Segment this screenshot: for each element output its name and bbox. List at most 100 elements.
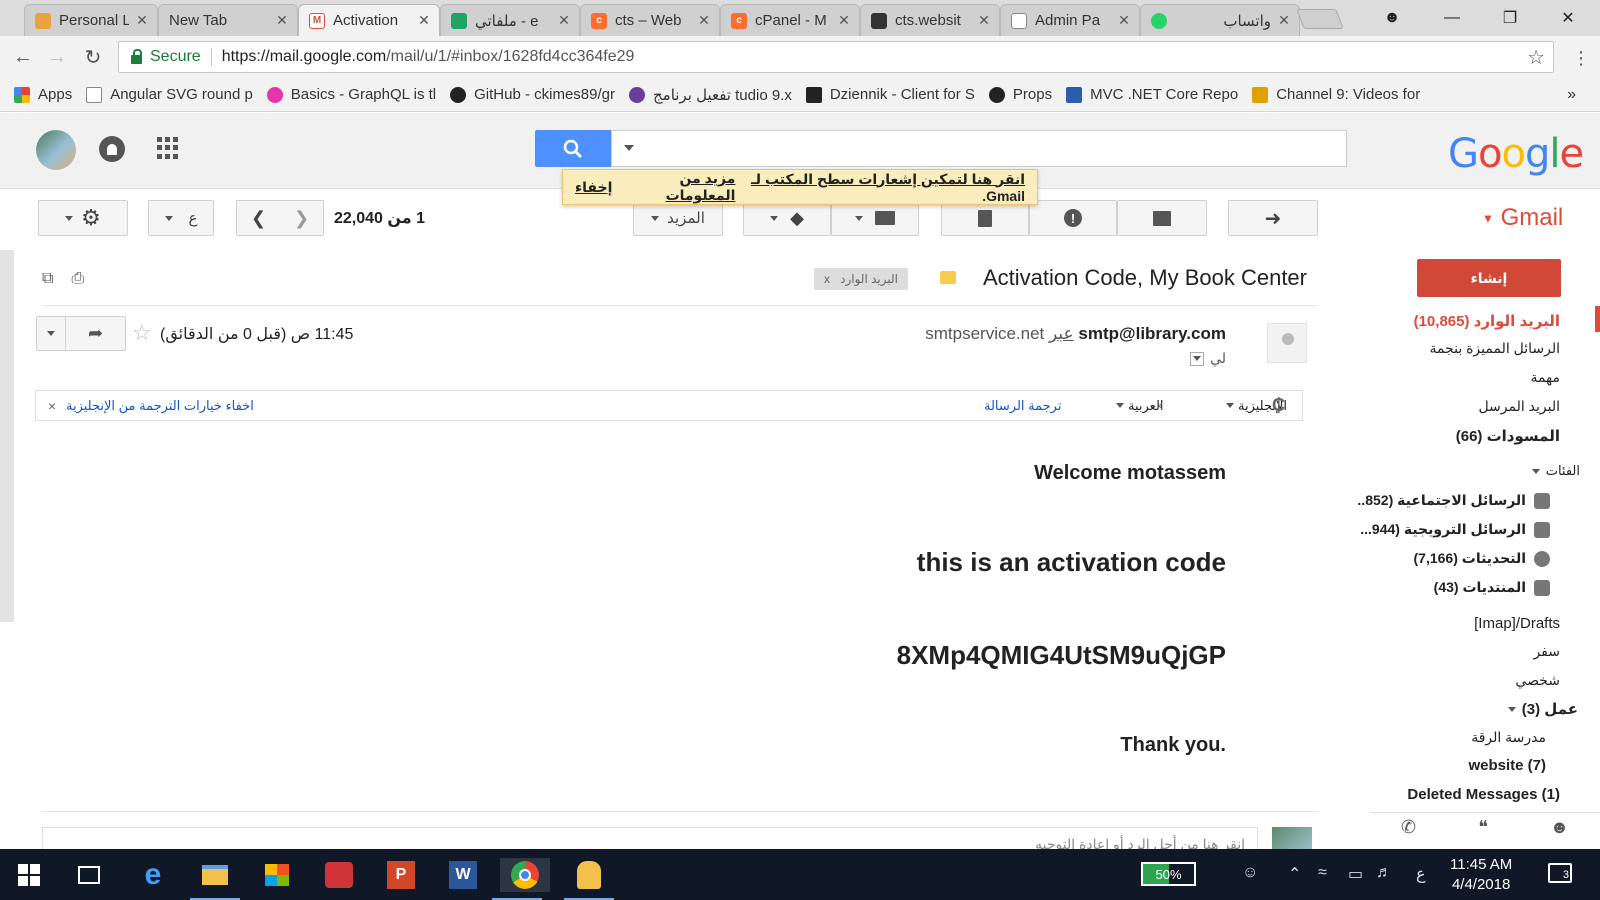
labels-button[interactable]: ◆ [743, 200, 831, 236]
tab-cts-website[interactable]: cts.websit ✕ [860, 4, 1000, 36]
hide-link[interactable]: إخفاء [575, 179, 612, 196]
google-logo[interactable]: Google [1448, 131, 1584, 177]
sidebar-item-raqqa-school[interactable]: مدرسة الرقة [1471, 729, 1546, 746]
wifi-icon[interactable]: ≈ [1318, 864, 1327, 882]
tab-cpanel[interactable]: c cPanel - M ✕ [720, 4, 860, 36]
sidebar-item-travel[interactable]: سفر [1533, 643, 1560, 660]
action-center-icon[interactable]: 3 [1548, 863, 1572, 883]
move-to-button[interactable] [831, 200, 919, 236]
phone-icon[interactable]: ✆ [1401, 817, 1416, 838]
translate-message-link[interactable]: ترجمة الرسالة [984, 398, 1061, 414]
sidebar-item-updates[interactable]: التحديثات (7,166) [1413, 550, 1550, 567]
sidebar-item-drafts[interactable]: المسودات (66) [1456, 427, 1560, 445]
sidebar-item-imap-drafts[interactable]: [Imap]/Drafts [1474, 615, 1560, 632]
tab-admin-panel[interactable]: Admin Pa ✕ [1000, 4, 1140, 36]
search-button[interactable] [535, 130, 611, 167]
compose-button[interactable]: إنشاء [1417, 259, 1561, 297]
bookmark-props[interactable]: Props [988, 86, 1052, 103]
input-language-indicator[interactable]: ع [1416, 864, 1426, 884]
edge-browser-icon[interactable]: e [136, 858, 170, 892]
people-tray-icon[interactable]: ☺ [1242, 864, 1258, 882]
powerpoint-icon[interactable]: P [384, 858, 418, 892]
notifications-bell-icon[interactable] [99, 136, 125, 162]
show-details-button[interactable] [1190, 351, 1205, 366]
tab-close-icon[interactable]: ✕ [697, 12, 711, 29]
search-options-icon[interactable] [624, 145, 634, 151]
sidebar-item-inbox[interactable]: البريد الوارد (10,865) [1414, 312, 1560, 330]
sidebar-item-social[interactable]: الرسائل الاجتماعية (852.. [1357, 492, 1550, 509]
sidebar-item-website[interactable]: website (7) [1468, 757, 1546, 774]
start-windows-icon[interactable] [12, 858, 46, 892]
more-button[interactable]: المزيد [633, 200, 723, 236]
address-bar[interactable]: Secure https://mail.google.com/mail/u/1/… [118, 41, 1554, 73]
tab-close-icon[interactable]: ✕ [837, 12, 851, 29]
bookmark-star-icon[interactable]: ☆ [1527, 45, 1545, 70]
bookmark-dziennik[interactable]: Dziennik - Client for S [805, 86, 975, 103]
sidebar-item-personal[interactable]: شخصي [1515, 672, 1560, 689]
next-icon[interactable]: ❯ [294, 208, 309, 229]
input-tools-button[interactable]: ع [148, 200, 214, 236]
archive-button[interactable] [1117, 200, 1207, 236]
account-avatar[interactable] [36, 130, 76, 170]
close-translation-icon[interactable]: × [48, 398, 56, 414]
learn-more-link[interactable]: مزيد من المعلومات [622, 170, 736, 204]
word-icon[interactable]: W [446, 858, 480, 892]
tab-close-icon[interactable]: ✕ [275, 12, 289, 29]
tab-close-icon[interactable]: ✕ [417, 12, 431, 29]
system-clock[interactable]: 11:45 AM 4/4/2018 [1450, 855, 1512, 895]
reply-button[interactable]: ➦ [66, 317, 125, 350]
tab-activation[interactable]: M Activation ✕ [298, 4, 440, 36]
left-scroll-region[interactable] [0, 250, 14, 622]
person-icon[interactable]: ☻ [1550, 817, 1569, 838]
sidebar-item-starred[interactable]: الرسائل المميزة بنجمة [1429, 340, 1560, 357]
tab-new-tab[interactable]: New Tab ✕ [158, 4, 298, 36]
restore-button[interactable]: ❐ [1482, 0, 1538, 36]
tab-cts-web[interactable]: c cts – Web ✕ [580, 4, 720, 36]
volume-icon[interactable]: ♬ [1376, 864, 1392, 882]
hangouts-icon[interactable]: ❝ [1478, 817, 1488, 838]
more-actions-button[interactable] [37, 317, 66, 350]
tab-whatsapp[interactable]: واتساب ✕ [1140, 4, 1300, 36]
task-view-icon[interactable] [72, 858, 106, 892]
settings-button[interactable]: ⚙ [38, 200, 128, 236]
print-icon[interactable]: ⎙ [71, 270, 84, 288]
tab-personal[interactable]: Personal L ✕ [24, 4, 158, 36]
tab-drive[interactable]: ملفاتي - e ✕ [440, 4, 580, 36]
star-icon[interactable]: ☆ [132, 320, 152, 346]
store-icon[interactable] [260, 858, 294, 892]
sidebar-item-important[interactable]: مهمة [1530, 369, 1560, 386]
sidebar-item-deleted-messages[interactable]: Deleted Messages (1) [1407, 786, 1560, 803]
importance-marker-icon[interactable] [940, 271, 956, 284]
minimize-button[interactable]: — [1424, 0, 1480, 36]
profile-icon[interactable]: ☻ [1364, 0, 1420, 36]
bookmark-mvc[interactable]: MVC .NET Core Repo [1066, 86, 1238, 103]
bookmark-graphql[interactable]: Basics - GraphQL is tl [266, 86, 436, 103]
target-language-select[interactable]: العربية [1116, 398, 1164, 414]
chrome-menu-icon[interactable]: ⋮ [1572, 48, 1590, 69]
new-window-icon[interactable]: ⧉ [42, 270, 53, 288]
enable-notifications-link[interactable]: انقر هنا لتمكين إشعارات سطح المكتب لـ Gm… [745, 171, 1025, 204]
bookmarks-overflow-icon[interactable]: » [1567, 86, 1576, 104]
report-spam-button[interactable]: ! [1029, 200, 1117, 236]
tab-close-icon[interactable]: ✕ [135, 12, 149, 29]
sidebar-item-promotions[interactable]: الرسائل الترويجية (944... [1360, 521, 1550, 538]
sidebar-item-forums[interactable]: المنتديات (43) [1434, 579, 1550, 596]
sidebar-item-sent[interactable]: البريد المرسل [1478, 398, 1560, 415]
remove-label-icon[interactable]: x [824, 272, 830, 286]
tab-close-icon[interactable]: ✕ [1277, 12, 1291, 29]
back-button[interactable]: ← [8, 42, 38, 72]
reader-app-icon[interactable] [322, 858, 356, 892]
bookmark-studio[interactable]: تفعيل برنامج tudio 9.x [629, 86, 792, 104]
sidebar-item-work[interactable]: عمل (3) [1507, 700, 1578, 718]
new-tab-button[interactable] [1296, 9, 1344, 29]
google-apps-icon[interactable] [157, 137, 179, 159]
reload-button[interactable]: ↻ [78, 42, 108, 72]
battery-tray-icon[interactable]: ▭ [1348, 864, 1363, 884]
previous-icon[interactable]: ❮ [251, 208, 266, 229]
file-explorer-icon[interactable] [190, 858, 240, 900]
chrome-icon[interactable] [492, 858, 550, 900]
forward-button[interactable]: → [42, 42, 72, 72]
bookmark-github[interactable]: GitHub - ckimes89/gr [450, 86, 615, 103]
back-to-inbox-button[interactable]: ➜ [1228, 200, 1318, 236]
bookmark-channel9[interactable]: Channel 9: Videos for [1252, 86, 1420, 103]
